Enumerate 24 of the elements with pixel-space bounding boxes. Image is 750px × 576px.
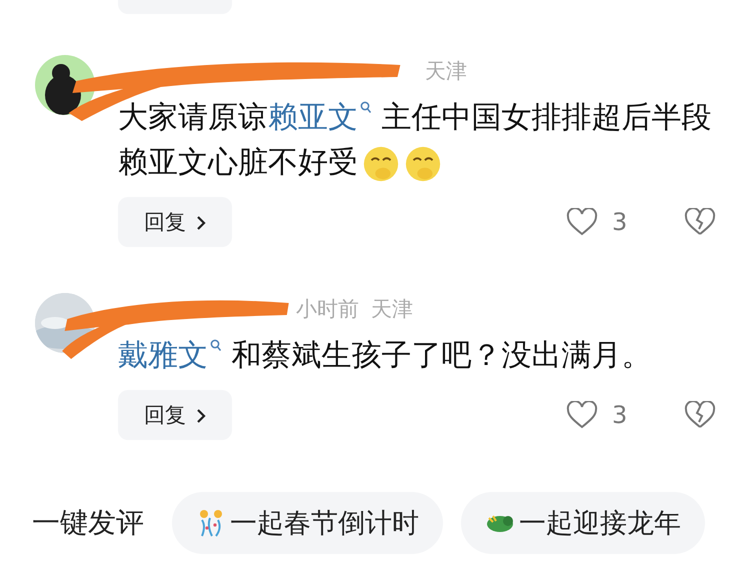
reply-button[interactable]: 回复 bbox=[118, 390, 232, 440]
comment-location: 天津 bbox=[425, 58, 467, 85]
search-icon bbox=[360, 101, 372, 115]
chevron-icon bbox=[196, 215, 206, 232]
broken-heart-icon[interactable] bbox=[684, 208, 716, 236]
topic-link[interactable]: 戴雅文 bbox=[118, 338, 222, 373]
chevron-icon bbox=[196, 408, 206, 424]
search-icon bbox=[210, 339, 222, 353]
broken-heart-icon[interactable] bbox=[684, 401, 716, 429]
reply-button[interactable]: 回复 bbox=[118, 197, 232, 247]
like-count: 3 bbox=[612, 401, 628, 429]
topic-link[interactable]: 赖亚文 bbox=[268, 100, 372, 135]
comment-text: 大家请原谅赖亚文 主任中国女排排超后半段赖亚文心脏不好受 bbox=[118, 95, 718, 185]
heart-icon[interactable] bbox=[566, 208, 598, 236]
comment-time: 小时前 bbox=[296, 296, 359, 323]
emoji-icon bbox=[404, 144, 442, 183]
emoji-icon bbox=[362, 144, 400, 183]
comment-text: 戴雅文 和蔡斌生孩子了吧？没出满月。 bbox=[118, 337, 653, 375]
quick-comment-chip[interactable]: 一起迎接龙年 bbox=[461, 492, 705, 554]
quick-comment-chip[interactable]: 一起春节倒计时 bbox=[172, 492, 443, 554]
heart-icon[interactable] bbox=[566, 401, 598, 429]
quick-comment-label: 一键发评 bbox=[32, 505, 144, 541]
comment-location: 天津 bbox=[371, 296, 413, 323]
like-count: 3 bbox=[612, 208, 628, 236]
